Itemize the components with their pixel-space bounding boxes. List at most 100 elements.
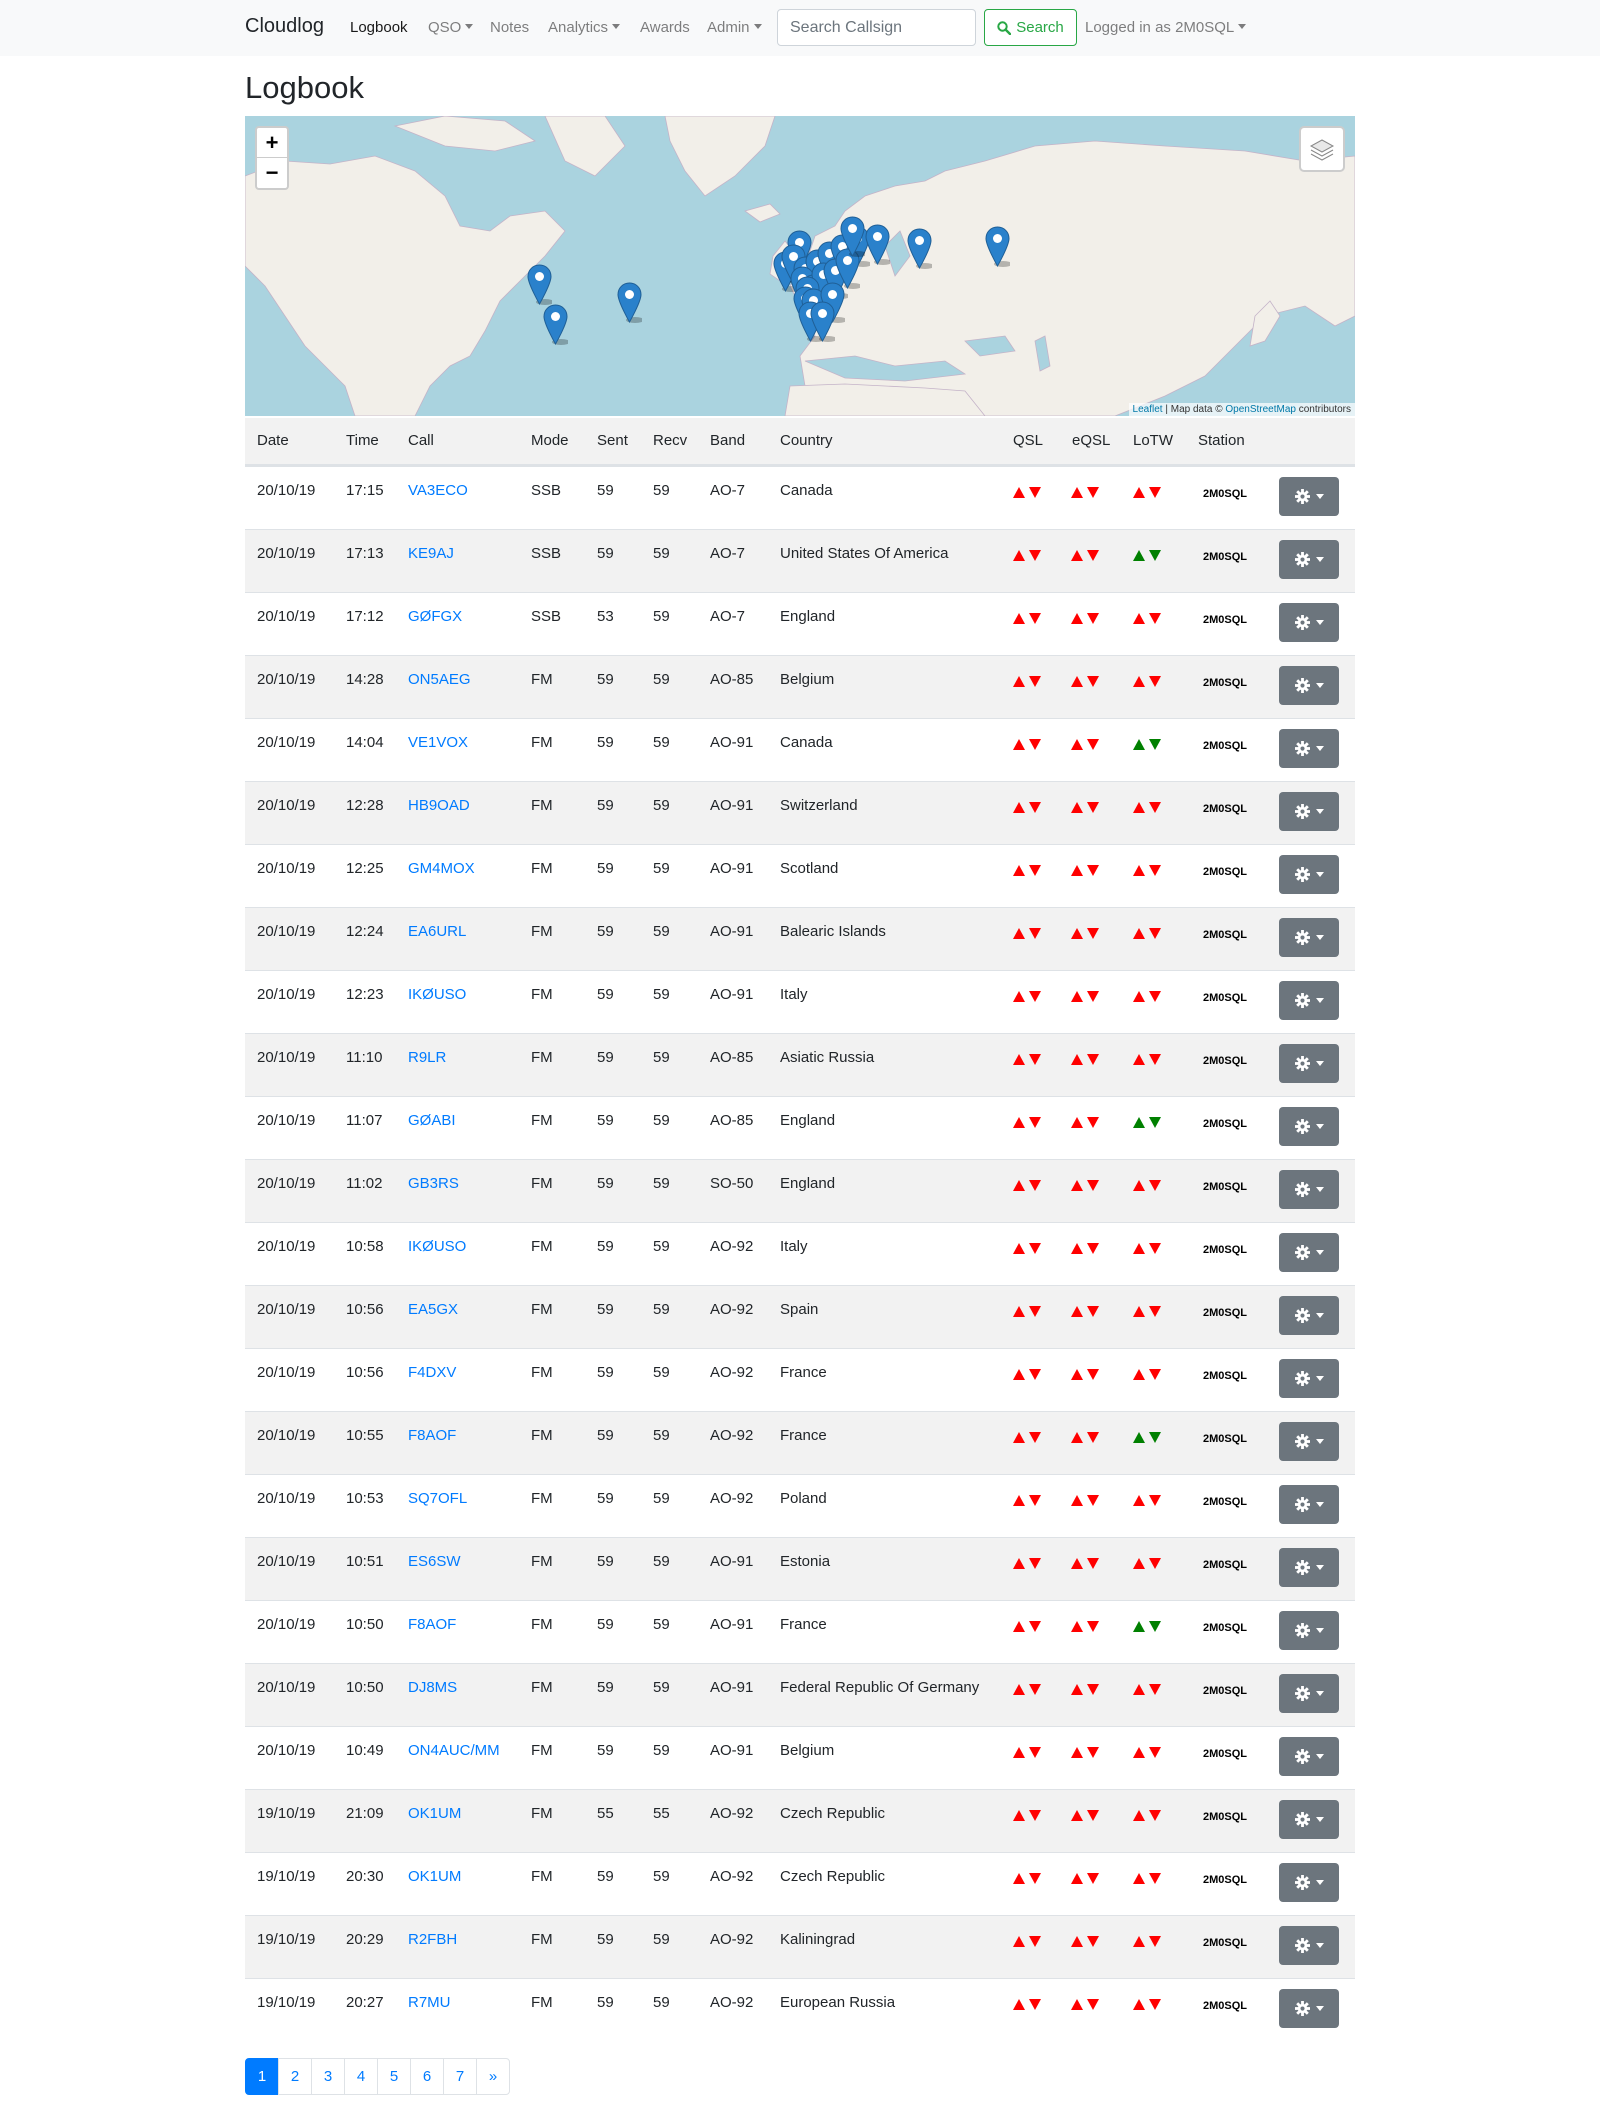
nav-item-qso[interactable]: QSO (428, 19, 474, 36)
page-button-3[interactable]: 3 (311, 2058, 345, 2095)
row-actions-button[interactable] (1279, 1989, 1339, 2028)
column-header-time[interactable]: Time (346, 432, 379, 449)
call-link[interactable]: OK1UM (408, 1868, 461, 1885)
rst-sent-cell: 59 (597, 1049, 614, 1066)
column-header-station[interactable]: Station (1198, 432, 1245, 449)
qso-map[interactable]: + − Leaflet | Map data © OpenStreetMap c… (245, 116, 1355, 416)
row-actions-button[interactable] (1279, 1422, 1339, 1461)
row-actions-button[interactable] (1279, 729, 1339, 768)
call-link[interactable]: IKØUSO (408, 1238, 466, 1255)
date-cell: 20/10/19 (257, 1049, 316, 1066)
user-menu[interactable]: Logged in as 2M0SQL (1085, 19, 1247, 36)
column-header-lotw[interactable]: LoTW (1133, 432, 1173, 449)
row-actions-button[interactable] (1279, 1170, 1339, 1209)
page-button-7[interactable]: 7 (443, 2058, 477, 2095)
column-header-date[interactable]: Date (257, 432, 289, 449)
leaflet-link[interactable]: Leaflet (1133, 404, 1163, 415)
column-header-sent[interactable]: Sent (597, 432, 628, 449)
call-link[interactable]: EA5GX (408, 1301, 458, 1318)
page-button-4[interactable]: 4 (344, 2058, 378, 2095)
row-actions-button[interactable] (1279, 1296, 1339, 1335)
call-link[interactable]: F4DXV (408, 1364, 456, 1381)
call-link[interactable]: GØABI (408, 1112, 456, 1129)
map-marker-icon[interactable] (543, 304, 568, 345)
row-actions-button[interactable] (1279, 1863, 1339, 1902)
call-link[interactable]: EA6URL (408, 923, 466, 940)
nav-item-notes[interactable]: Notes (490, 19, 529, 36)
call-link[interactable]: F8AOF (408, 1616, 456, 1633)
call-link[interactable]: ON5AEG (408, 671, 471, 688)
row-actions-button[interactable] (1279, 1548, 1339, 1587)
osm-link[interactable]: OpenStreetMap (1225, 404, 1296, 415)
call-link[interactable]: GB3RS (408, 1175, 459, 1192)
call-link[interactable]: SQ7OFL (408, 1490, 467, 1507)
column-header-country[interactable]: Country (780, 432, 833, 449)
row-actions-button[interactable] (1279, 792, 1339, 831)
map-marker-icon[interactable] (527, 264, 552, 305)
row-actions-button[interactable] (1279, 1359, 1339, 1398)
column-header-qsl[interactable]: QSL (1013, 432, 1043, 449)
call-link[interactable]: GØFGX (408, 608, 462, 625)
row-actions-button[interactable] (1279, 603, 1339, 642)
row-actions-button[interactable] (1279, 1926, 1339, 1965)
column-header-recv[interactable]: Recv (653, 432, 687, 449)
map-marker-icon[interactable] (840, 216, 865, 257)
map-marker-icon[interactable] (617, 282, 642, 323)
call-link[interactable]: IKØUSO (408, 986, 466, 1003)
page-button-2[interactable]: 2 (278, 2058, 312, 2095)
row-actions-button[interactable] (1279, 981, 1339, 1020)
zoom-out-button[interactable]: − (257, 158, 287, 188)
row-actions-button[interactable] (1279, 1233, 1339, 1272)
row-actions-button[interactable] (1279, 1800, 1339, 1839)
column-header-band[interactable]: Band (710, 432, 745, 449)
layers-button[interactable] (1299, 126, 1345, 172)
row-actions-button[interactable] (1279, 1674, 1339, 1713)
map-marker-icon[interactable] (985, 226, 1010, 267)
row-actions-button[interactable] (1279, 1611, 1339, 1650)
page-button-1[interactable]: 1 (245, 2058, 279, 2095)
column-header-eqsl[interactable]: eQSL (1072, 432, 1110, 449)
nav-item-logbook[interactable]: Logbook (350, 19, 408, 36)
nav-item-admin[interactable]: Admin (707, 19, 762, 36)
page-button-6[interactable]: 6 (410, 2058, 444, 2095)
call-link[interactable]: GM4MOX (408, 860, 475, 877)
row-actions-button[interactable] (1279, 1737, 1339, 1776)
row-actions-button[interactable] (1279, 918, 1339, 957)
nav-item-analytics[interactable]: Analytics (548, 19, 621, 36)
date-cell: 20/10/19 (257, 1175, 316, 1192)
call-link[interactable]: KE9AJ (408, 545, 454, 562)
call-link[interactable]: F8AOF (408, 1427, 456, 1444)
search-callsign-input[interactable] (777, 9, 976, 46)
call-link[interactable]: VA3ECO (408, 482, 468, 499)
call-link[interactable]: ON4AUC/MM (408, 1742, 500, 1759)
zoom-in-button[interactable]: + (257, 128, 287, 158)
map-marker-icon[interactable] (810, 301, 835, 342)
eqsl-sent-icon (1071, 1243, 1083, 1254)
row-actions-button[interactable] (1279, 1107, 1339, 1146)
call-link[interactable]: R7MU (408, 1994, 451, 2011)
nav-item-awards[interactable]: Awards (640, 19, 690, 36)
band-cell: AO-91 (710, 1742, 754, 1759)
row-actions-button[interactable] (1279, 477, 1339, 516)
row-actions-button[interactable] (1279, 666, 1339, 705)
row-actions-button[interactable] (1279, 855, 1339, 894)
call-link[interactable]: DJ8MS (408, 1679, 457, 1696)
row-actions-button[interactable] (1279, 1485, 1339, 1524)
gear-icon (1294, 1623, 1310, 1638)
page-next-button[interactable]: » (476, 2058, 510, 2095)
call-link[interactable]: R2FBH (408, 1931, 457, 1948)
page-button-5[interactable]: 5 (377, 2058, 411, 2095)
call-link[interactable]: HB9OAD (408, 797, 470, 814)
row-actions-button[interactable] (1279, 1044, 1339, 1083)
map-marker-icon[interactable] (907, 228, 932, 269)
search-button[interactable]: Search (984, 9, 1077, 46)
call-link[interactable]: VE1VOX (408, 734, 468, 751)
call-link[interactable]: ES6SW (408, 1553, 461, 1570)
column-header-mode[interactable]: Mode (531, 432, 569, 449)
row-actions-button[interactable] (1279, 540, 1339, 579)
call-link[interactable]: OK1UM (408, 1805, 461, 1822)
map-marker-icon[interactable] (865, 224, 890, 265)
call-link[interactable]: R9LR (408, 1049, 446, 1066)
column-header-call[interactable]: Call (408, 432, 434, 449)
brand-logo[interactable]: Cloudlog (245, 15, 324, 38)
